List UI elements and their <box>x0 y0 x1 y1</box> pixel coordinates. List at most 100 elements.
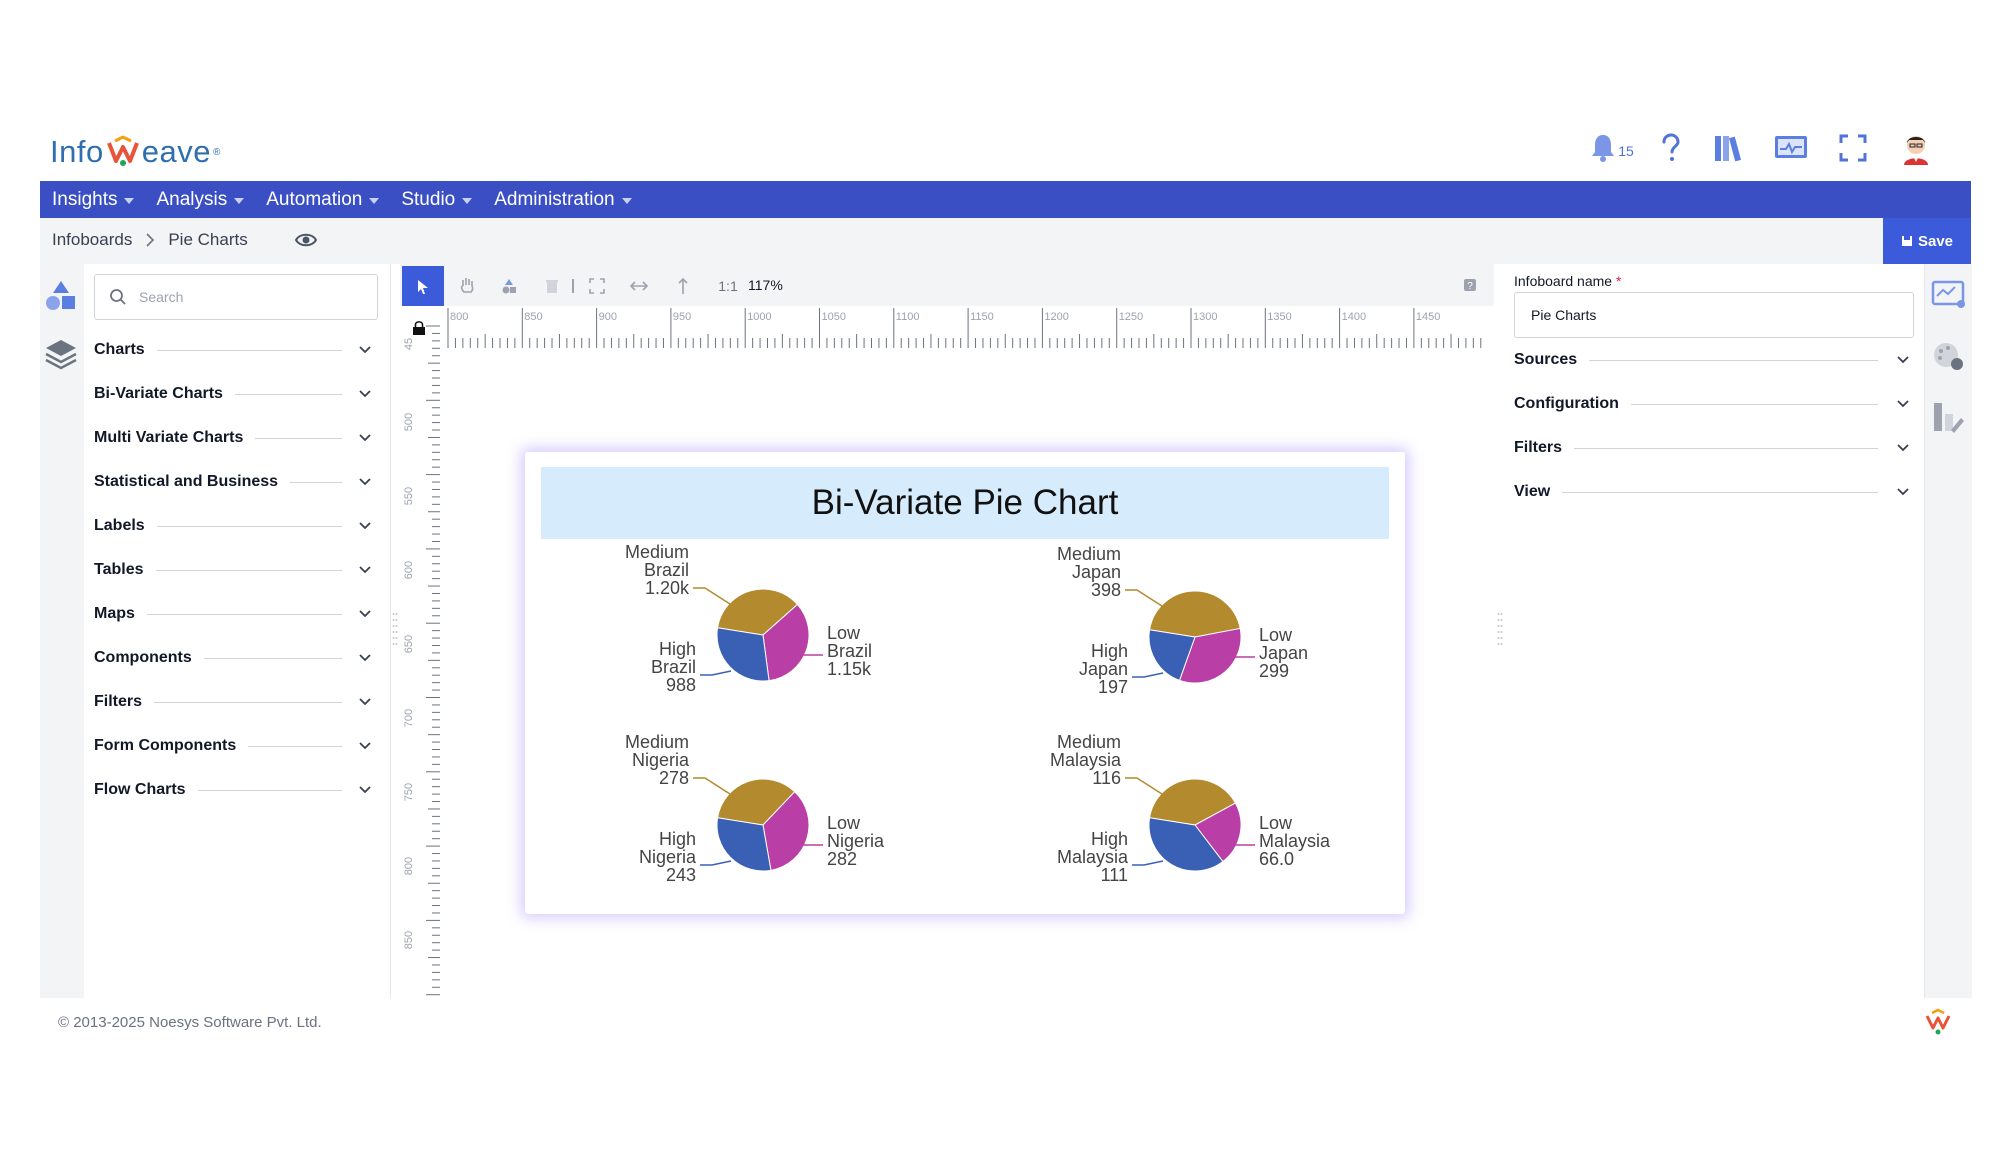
breadcrumb-infoboards[interactable]: Infoboards <box>52 230 132 250</box>
menu-administration[interactable]: Administration <box>494 189 632 211</box>
category-flow-charts[interactable]: Flow Charts <box>94 778 372 802</box>
menu-studio[interactable]: Studio <box>401 189 473 211</box>
shapes-icon[interactable] <box>43 278 79 314</box>
left-resize-handle-icon[interactable] <box>392 610 398 650</box>
required-mark: * <box>1615 273 1622 289</box>
slice-label-low: Brazil <box>827 641 872 661</box>
canvas-toolbar <box>400 264 1494 306</box>
category-labels[interactable]: Labels <box>94 514 372 538</box>
menu-automation-label: Automation <box>266 188 363 210</box>
help-small-icon[interactable]: ? <box>1463 278 1477 292</box>
pan-tool-button[interactable] <box>457 276 477 296</box>
divider <box>1574 447 1878 449</box>
right-resize-handle-icon[interactable] <box>1497 610 1503 650</box>
category-label: Maps <box>94 605 135 622</box>
svg-text:?: ? <box>1467 281 1473 292</box>
slice-label-low: Nigeria <box>827 831 885 851</box>
ruler-top-label: 1450 <box>1416 311 1440 323</box>
widget-settings-icon[interactable] <box>1931 278 1967 312</box>
pie-slice-high[interactable] <box>716 817 772 872</box>
slice-label-high: Brazil <box>651 657 696 677</box>
properties-panel <box>1504 264 1924 998</box>
ruler-left-label: 750 <box>403 783 415 801</box>
layers-icon[interactable] <box>43 336 79 372</box>
slice-label-low: 1.15k <box>827 659 872 679</box>
chevron-down-icon <box>359 522 371 530</box>
divider <box>146 613 342 615</box>
slice-label-medium: 1.20k <box>645 578 690 598</box>
delete-tool-button[interactable] <box>542 276 562 296</box>
notifications-button[interactable]: 15 <box>1586 128 1638 168</box>
fullscreen-button[interactable] <box>1836 128 1870 168</box>
menu-insights[interactable]: Insights <box>52 188 135 211</box>
infoboard-name-label-text: Infoboard name <box>1514 273 1613 289</box>
category-form-components[interactable]: Form Components <box>94 734 372 758</box>
infoboard-name-input[interactable] <box>1529 303 1893 327</box>
zoom-level[interactable]: 117% <box>748 277 783 293</box>
category-charts[interactable]: Charts <box>94 338 372 362</box>
main-menubar: Insights Analysis Automation Studio Admi… <box>40 181 1971 218</box>
menu-analysis[interactable]: Analysis <box>156 189 245 211</box>
ruler-left-label: 45 <box>403 338 415 350</box>
user-avatar[interactable] <box>1896 128 1936 168</box>
help-button[interactable] <box>1655 128 1687 168</box>
section-configuration[interactable]: Configuration <box>1514 392 1910 416</box>
ruler-top-label: 1250 <box>1119 311 1143 323</box>
ruler-left-label: 600 <box>403 561 415 579</box>
section-filters[interactable]: Filters <box>1514 436 1910 460</box>
ruler-top-label: 800 <box>450 311 468 323</box>
caret-down-icon <box>124 197 135 204</box>
fit-height-button[interactable] <box>673 276 693 296</box>
save-button[interactable]: Save <box>1883 218 1971 264</box>
slice-label-high: Malaysia <box>1057 847 1129 867</box>
section-sources[interactable]: Sources <box>1514 348 1910 372</box>
menu-automation[interactable]: Automation <box>266 188 380 211</box>
horizontal-ruler: 800 850 900 950 1000 1050 1100 1150 1200 1250 1300… <box>440 306 1494 348</box>
ruler-top-label: 1400 <box>1342 311 1366 323</box>
ruler-top-label: 1050 <box>822 311 846 323</box>
ruler-top-label: 1200 <box>1044 311 1068 323</box>
slice-label-high: Nigeria <box>639 847 697 867</box>
slice-label-high: 197 <box>1098 677 1128 697</box>
pie-malaysia: MediumMalaysia116LowMalaysia66.0HighMala… <box>1050 732 1331 885</box>
save-label: Save <box>1917 232 1954 250</box>
library-button[interactable] <box>1711 128 1747 168</box>
section-label: View <box>1514 483 1551 500</box>
logo-text-left: Info <box>50 134 104 169</box>
category-multi-variate-charts[interactable]: Multi Variate Charts <box>94 426 372 450</box>
widget-panel <box>84 264 391 998</box>
pie-slice-medium[interactable] <box>1148 590 1241 638</box>
search-icon <box>110 289 126 305</box>
preview-eye-icon[interactable] <box>295 231 317 249</box>
divider-line-icon <box>572 279 574 293</box>
category-label: Multi Variate Charts <box>94 429 244 446</box>
fit-tool-button[interactable] <box>587 276 607 296</box>
divider <box>1562 491 1878 493</box>
slice-label-high: 243 <box>666 865 696 885</box>
category-bi-variate-charts[interactable]: Bi-Variate Charts <box>94 382 372 406</box>
category-statistical-and-business[interactable]: Statistical and Business <box>94 470 372 494</box>
divider <box>290 481 342 483</box>
logo-text-right: eave <box>141 134 211 169</box>
category-components[interactable]: Components <box>94 646 372 670</box>
select-tool-button[interactable] <box>402 266 444 308</box>
theme-palette-icon[interactable] <box>1931 340 1967 374</box>
shape-tool-button[interactable] <box>499 276 519 296</box>
search-input[interactable] <box>137 285 361 309</box>
monitor-button[interactable] <box>1771 128 1811 168</box>
category-filters[interactable]: Filters <box>94 690 372 714</box>
divider <box>1589 359 1878 361</box>
menu-insights-label: Insights <box>52 188 118 210</box>
footer-logo-icon <box>1925 1008 1951 1035</box>
lock-icon[interactable] <box>412 320 426 336</box>
category-maps[interactable]: Maps <box>94 602 372 626</box>
divider <box>156 525 342 527</box>
category-tables[interactable]: Tables <box>94 558 372 582</box>
fit-width-button[interactable] <box>629 276 649 296</box>
ratio-button[interactable]: 1:1 <box>716 276 740 296</box>
caret-down-icon <box>462 197 473 204</box>
section-view[interactable]: View <box>1514 480 1910 504</box>
breadcrumb-bar <box>40 218 1971 264</box>
data-settings-icon[interactable] <box>1931 400 1967 434</box>
divider <box>203 657 342 659</box>
